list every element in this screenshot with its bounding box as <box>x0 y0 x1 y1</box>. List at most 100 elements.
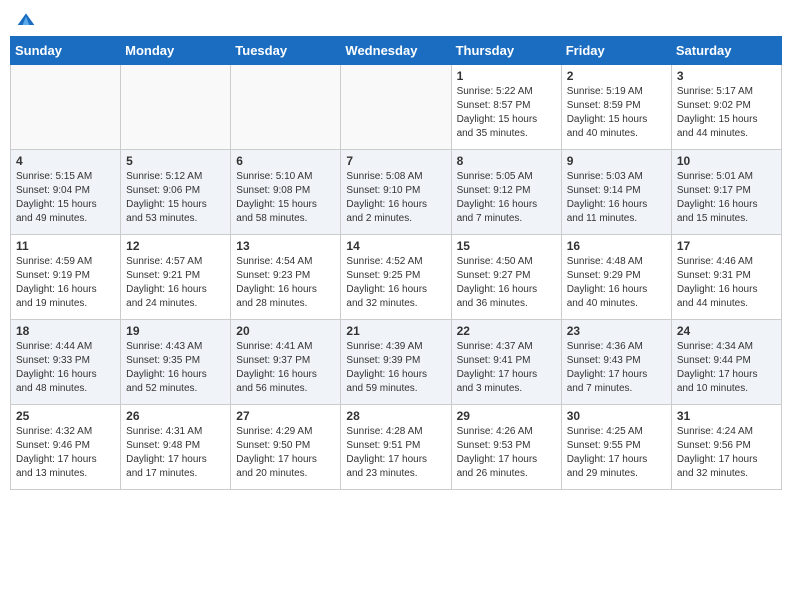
calendar-table: SundayMondayTuesdayWednesdayThursdayFrid… <box>10 36 782 490</box>
weekday-header-wednesday: Wednesday <box>341 37 451 65</box>
day-info: Sunrise: 5:03 AM Sunset: 9:14 PM Dayligh… <box>567 170 666 226</box>
day-info: Sunrise: 5:17 AM Sunset: 9:02 PM Dayligh… <box>677 85 776 141</box>
day-cell: 1 Sunrise: 5:22 AM Sunset: 8:57 PM Daylig… <box>451 65 561 150</box>
day-number: 24 <box>677 324 776 338</box>
day-number: 12 <box>126 239 225 253</box>
day-info: Sunrise: 4:54 AM Sunset: 9:23 PM Dayligh… <box>236 255 335 311</box>
day-cell <box>121 65 231 150</box>
day-info: Sunrise: 4:37 AM Sunset: 9:41 PM Dayligh… <box>457 340 556 396</box>
day-number: 26 <box>126 409 225 423</box>
day-cell: 28 Sunrise: 4:28 AM Sunset: 9:51 PM Dayli… <box>341 405 451 490</box>
day-cell: 7 Sunrise: 5:08 AM Sunset: 9:10 PM Daylig… <box>341 150 451 235</box>
day-cell: 11 Sunrise: 4:59 AM Sunset: 9:19 PM Dayli… <box>11 235 121 320</box>
day-info: Sunrise: 4:44 AM Sunset: 9:33 PM Dayligh… <box>16 340 115 396</box>
day-cell: 27 Sunrise: 4:29 AM Sunset: 9:50 PM Dayli… <box>231 405 341 490</box>
day-info: Sunrise: 4:31 AM Sunset: 9:48 PM Dayligh… <box>126 425 225 481</box>
weekday-header-thursday: Thursday <box>451 37 561 65</box>
day-cell: 21 Sunrise: 4:39 AM Sunset: 9:39 PM Dayli… <box>341 320 451 405</box>
week-row-3: 11 Sunrise: 4:59 AM Sunset: 9:19 PM Dayli… <box>11 235 782 320</box>
page-header <box>10 10 782 30</box>
logo-icon <box>16 10 36 30</box>
day-cell: 4Sunrise: 5:15 AM Sunset: 9:04 PM Daylig… <box>11 150 121 235</box>
day-info: Sunrise: 4:39 AM Sunset: 9:39 PM Dayligh… <box>346 340 445 396</box>
week-row-2: 4Sunrise: 5:15 AM Sunset: 9:04 PM Daylig… <box>11 150 782 235</box>
weekday-header-friday: Friday <box>561 37 671 65</box>
day-info: Sunrise: 4:43 AM Sunset: 9:35 PM Dayligh… <box>126 340 225 396</box>
weekday-header-row: SundayMondayTuesdayWednesdayThursdayFrid… <box>11 37 782 65</box>
day-cell: 25 Sunrise: 4:32 AM Sunset: 9:46 PM Dayli… <box>11 405 121 490</box>
day-cell: 3 Sunrise: 5:17 AM Sunset: 9:02 PM Daylig… <box>671 65 781 150</box>
day-number: 9 <box>567 154 666 168</box>
day-cell: 10 Sunrise: 5:01 AM Sunset: 9:17 PM Dayli… <box>671 150 781 235</box>
day-number: 18 <box>16 324 115 338</box>
logo <box>14 10 36 30</box>
day-info: Sunrise: 5:12 AM Sunset: 9:06 PM Dayligh… <box>126 170 225 226</box>
day-info: Sunrise: 4:50 AM Sunset: 9:27 PM Dayligh… <box>457 255 556 311</box>
day-info: Sunrise: 4:59 AM Sunset: 9:19 PM Dayligh… <box>16 255 115 311</box>
weekday-header-monday: Monday <box>121 37 231 65</box>
weekday-header-saturday: Saturday <box>671 37 781 65</box>
day-number: 22 <box>457 324 556 338</box>
day-info: Sunrise: 4:25 AM Sunset: 9:55 PM Dayligh… <box>567 425 666 481</box>
day-cell: 14 Sunrise: 4:52 AM Sunset: 9:25 PM Dayli… <box>341 235 451 320</box>
day-cell: 23Sunrise: 4:36 AM Sunset: 9:43 PM Dayli… <box>561 320 671 405</box>
day-number: 21 <box>346 324 445 338</box>
day-info: Sunrise: 5:15 AM Sunset: 9:04 PM Dayligh… <box>16 170 115 226</box>
week-row-1: 1 Sunrise: 5:22 AM Sunset: 8:57 PM Daylig… <box>11 65 782 150</box>
day-cell: 20Sunrise: 4:41 AM Sunset: 9:37 PM Dayli… <box>231 320 341 405</box>
day-cell: 15 Sunrise: 4:50 AM Sunset: 9:27 PM Dayli… <box>451 235 561 320</box>
day-cell <box>341 65 451 150</box>
day-cell <box>231 65 341 150</box>
day-number: 14 <box>346 239 445 253</box>
day-cell: 22 Sunrise: 4:37 AM Sunset: 9:41 PM Dayli… <box>451 320 561 405</box>
day-info: Sunrise: 4:26 AM Sunset: 9:53 PM Dayligh… <box>457 425 556 481</box>
day-cell: 13 Sunrise: 4:54 AM Sunset: 9:23 PM Dayli… <box>231 235 341 320</box>
day-info: Sunrise: 5:05 AM Sunset: 9:12 PM Dayligh… <box>457 170 556 226</box>
day-info: Sunrise: 4:36 AM Sunset: 9:43 PM Dayligh… <box>567 340 666 396</box>
day-cell <box>11 65 121 150</box>
day-info: Sunrise: 4:29 AM Sunset: 9:50 PM Dayligh… <box>236 425 335 481</box>
day-cell: 6 Sunrise: 5:10 AM Sunset: 9:08 PM Daylig… <box>231 150 341 235</box>
day-number: 25 <box>16 409 115 423</box>
day-info: Sunrise: 4:24 AM Sunset: 9:56 PM Dayligh… <box>677 425 776 481</box>
day-cell: 9 Sunrise: 5:03 AM Sunset: 9:14 PM Daylig… <box>561 150 671 235</box>
day-number: 7 <box>346 154 445 168</box>
day-number: 27 <box>236 409 335 423</box>
day-number: 13 <box>236 239 335 253</box>
day-number: 5 <box>126 154 225 168</box>
day-info: Sunrise: 4:41 AM Sunset: 9:37 PM Dayligh… <box>236 340 335 396</box>
day-cell: 19Sunrise: 4:43 AM Sunset: 9:35 PM Dayli… <box>121 320 231 405</box>
day-number: 28 <box>346 409 445 423</box>
day-cell: 16Sunrise: 4:48 AM Sunset: 9:29 PM Dayli… <box>561 235 671 320</box>
day-number: 1 <box>457 69 556 83</box>
day-number: 10 <box>677 154 776 168</box>
day-info: Sunrise: 4:32 AM Sunset: 9:46 PM Dayligh… <box>16 425 115 481</box>
day-cell: 29 Sunrise: 4:26 AM Sunset: 9:53 PM Dayli… <box>451 405 561 490</box>
day-number: 17 <box>677 239 776 253</box>
day-number: 3 <box>677 69 776 83</box>
day-info: Sunrise: 5:01 AM Sunset: 9:17 PM Dayligh… <box>677 170 776 226</box>
day-cell: 26 Sunrise: 4:31 AM Sunset: 9:48 PM Dayli… <box>121 405 231 490</box>
day-number: 29 <box>457 409 556 423</box>
day-cell: 2Sunrise: 5:19 AM Sunset: 8:59 PM Daylig… <box>561 65 671 150</box>
day-cell: 24Sunrise: 4:34 AM Sunset: 9:44 PM Dayli… <box>671 320 781 405</box>
day-info: Sunrise: 5:22 AM Sunset: 8:57 PM Dayligh… <box>457 85 556 141</box>
day-info: Sunrise: 4:28 AM Sunset: 9:51 PM Dayligh… <box>346 425 445 481</box>
day-cell: 5 Sunrise: 5:12 AM Sunset: 9:06 PM Daylig… <box>121 150 231 235</box>
day-number: 16 <box>567 239 666 253</box>
day-number: 31 <box>677 409 776 423</box>
week-row-5: 25 Sunrise: 4:32 AM Sunset: 9:46 PM Dayli… <box>11 405 782 490</box>
day-cell: 30Sunrise: 4:25 AM Sunset: 9:55 PM Dayli… <box>561 405 671 490</box>
day-cell: 17Sunrise: 4:46 AM Sunset: 9:31 PM Dayli… <box>671 235 781 320</box>
day-cell: 18 Sunrise: 4:44 AM Sunset: 9:33 PM Dayli… <box>11 320 121 405</box>
day-cell: 12 Sunrise: 4:57 AM Sunset: 9:21 PM Dayli… <box>121 235 231 320</box>
day-number: 11 <box>16 239 115 253</box>
day-number: 6 <box>236 154 335 168</box>
weekday-header-tuesday: Tuesday <box>231 37 341 65</box>
weekday-header-sunday: Sunday <box>11 37 121 65</box>
day-info: Sunrise: 5:10 AM Sunset: 9:08 PM Dayligh… <box>236 170 335 226</box>
day-info: Sunrise: 4:52 AM Sunset: 9:25 PM Dayligh… <box>346 255 445 311</box>
day-info: Sunrise: 4:57 AM Sunset: 9:21 PM Dayligh… <box>126 255 225 311</box>
day-info: Sunrise: 5:08 AM Sunset: 9:10 PM Dayligh… <box>346 170 445 226</box>
day-number: 15 <box>457 239 556 253</box>
